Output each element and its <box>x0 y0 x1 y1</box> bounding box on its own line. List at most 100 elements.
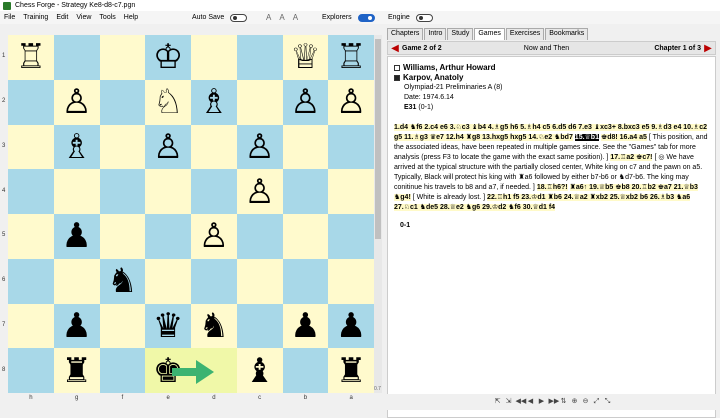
menu-view[interactable]: View <box>72 14 95 21</box>
tab-intro[interactable]: Intro <box>424 28 447 40</box>
square-g3[interactable]: ♗ <box>53 124 100 170</box>
tab-bookmarks[interactable]: Bookmarks <box>545 28 589 40</box>
square-d6[interactable] <box>191 258 237 304</box>
square-e6[interactable] <box>145 258 191 304</box>
font-decrease-button[interactable]: A <box>279 13 284 22</box>
chess-piece[interactable]: ♞ <box>107 264 137 298</box>
square-f3[interactable] <box>99 124 146 170</box>
chess-piece[interactable]: ♙ <box>244 175 274 209</box>
square-f7[interactable] <box>99 303 146 349</box>
chess-piece[interactable]: ♙ <box>61 85 91 119</box>
square-c2[interactable] <box>236 79 283 125</box>
square-h3[interactable] <box>8 124 54 170</box>
menu-training[interactable]: Training <box>19 14 52 21</box>
moves-block-4[interactable]: 18.♖h6?! <box>536 184 568 191</box>
minimize-icon[interactable]: ⤡ <box>604 398 612 406</box>
prev-game-icon[interactable]: ◀ <box>388 43 402 54</box>
square-b5[interactable] <box>282 214 329 259</box>
square-h7[interactable] <box>8 303 54 349</box>
square-d5[interactable]: ♙ <box>191 214 237 259</box>
chess-piece[interactable]: ♙ <box>199 219 229 253</box>
menu-file[interactable]: File <box>0 14 19 21</box>
square-d1[interactable] <box>191 35 237 80</box>
tab-exercises[interactable]: Exercises <box>505 28 545 40</box>
square-c7[interactable] <box>236 303 283 349</box>
square-a3[interactable] <box>328 124 374 170</box>
square-f5[interactable] <box>99 214 146 259</box>
square-d2[interactable]: ♗ <box>191 79 237 125</box>
square-h1[interactable]: ♖ <box>8 35 54 80</box>
chess-piece[interactable]: ♜ <box>61 354 91 388</box>
square-e7[interactable]: ♛ <box>145 303 191 349</box>
square-e5[interactable] <box>145 214 191 259</box>
square-b2[interactable]: ♙ <box>282 79 329 125</box>
square-b6[interactable] <box>282 258 329 304</box>
square-f4[interactable] <box>99 169 146 214</box>
last-move-icon[interactable]: ▶▶ <box>549 398 560 406</box>
zoom-in-icon[interactable]: ⊕ <box>571 398 579 406</box>
square-e4[interactable] <box>145 169 191 214</box>
square-d8[interactable] <box>191 348 237 393</box>
font-fixed-button[interactable]: A <box>293 13 298 22</box>
chess-piece[interactable]: ♚ <box>153 354 183 388</box>
square-c4[interactable]: ♙ <box>236 169 283 214</box>
square-a8[interactable]: ♜ <box>328 348 374 393</box>
square-b3[interactable] <box>282 124 329 170</box>
current-move[interactable]: 15.♕b1 <box>574 134 599 141</box>
square-h2[interactable] <box>8 79 54 125</box>
chess-piece[interactable]: ♗ <box>61 130 91 164</box>
square-h8[interactable] <box>8 348 54 393</box>
menu-edit[interactable]: Edit <box>52 14 72 21</box>
moves-block-3[interactable]: 17.♖a2 ♚c7! <box>610 154 653 161</box>
square-f1[interactable] <box>99 35 146 80</box>
board-scrollbar[interactable] <box>374 35 382 393</box>
square-g5[interactable]: ♟ <box>53 214 100 259</box>
font-increase-button[interactable]: A <box>266 13 271 22</box>
zoom-out-icon[interactable]: ⊖ <box>582 398 590 406</box>
square-g1[interactable] <box>53 35 100 80</box>
chess-piece[interactable]: ♘ <box>153 85 183 119</box>
square-b1[interactable]: ♕ <box>282 35 329 80</box>
square-b8[interactable] <box>282 348 329 393</box>
chess-piece[interactable]: ♞ <box>199 309 229 343</box>
tab-study[interactable]: Study <box>447 28 474 40</box>
square-f6[interactable]: ♞ <box>99 258 146 304</box>
tab-chapters[interactable]: Chapters <box>387 28 424 40</box>
square-g4[interactable] <box>53 169 100 214</box>
chess-piece[interactable]: ♟ <box>290 309 320 343</box>
square-g7[interactable]: ♟ <box>53 303 100 349</box>
prev-move-icon[interactable]: ◀ <box>527 398 535 406</box>
explorers-toggle[interactable] <box>357 13 375 22</box>
square-c1[interactable] <box>236 35 283 80</box>
square-a1[interactable]: ♖ <box>328 35 374 80</box>
chess-piece[interactable]: ♔ <box>153 40 183 74</box>
chess-piece[interactable]: ♟ <box>61 219 91 253</box>
square-h4[interactable] <box>8 169 54 214</box>
scroll-thumb[interactable] <box>375 39 381 239</box>
chess-piece[interactable]: ♖ <box>336 40 366 74</box>
square-e8[interactable]: ♚ <box>145 348 191 393</box>
square-c5[interactable] <box>236 214 283 259</box>
chess-board[interactable]: ♖ ♔ ♕ ♖ ♙ ♘ ♗ ♙ ♙ ♗ ♙ ♙ ♙ ♟ ♙ ♞ ♟ ♛ ♞ ♟ ♟ ♜ ♚ ♝ ♜ <box>8 35 374 393</box>
chess-piece[interactable]: ♝ <box>244 354 274 388</box>
collapse-icon[interactable]: ⇱ <box>494 398 502 406</box>
expand-icon[interactable]: ⇲ <box>505 398 513 406</box>
chess-piece[interactable]: ♙ <box>290 85 320 119</box>
square-a2[interactable]: ♙ <box>328 79 374 125</box>
square-a6[interactable] <box>328 258 374 304</box>
square-h6[interactable] <box>8 258 54 304</box>
square-d3[interactable] <box>191 124 237 170</box>
square-g6[interactable] <box>53 258 100 304</box>
chess-piece[interactable]: ♟ <box>336 309 366 343</box>
engine-toggle[interactable] <box>415 13 433 22</box>
square-d7[interactable]: ♞ <box>191 303 237 349</box>
autosave-toggle[interactable] <box>230 13 248 22</box>
chess-piece[interactable]: ♙ <box>336 85 366 119</box>
square-g2[interactable]: ♙ <box>53 79 100 125</box>
square-f8[interactable] <box>99 348 146 393</box>
square-e3[interactable]: ♙ <box>145 124 191 170</box>
next-game-icon[interactable]: ▶ <box>701 43 715 54</box>
square-e2[interactable]: ♘ <box>145 79 191 125</box>
square-c3[interactable]: ♙ <box>236 124 283 170</box>
chess-piece[interactable]: ♕ <box>290 40 320 74</box>
